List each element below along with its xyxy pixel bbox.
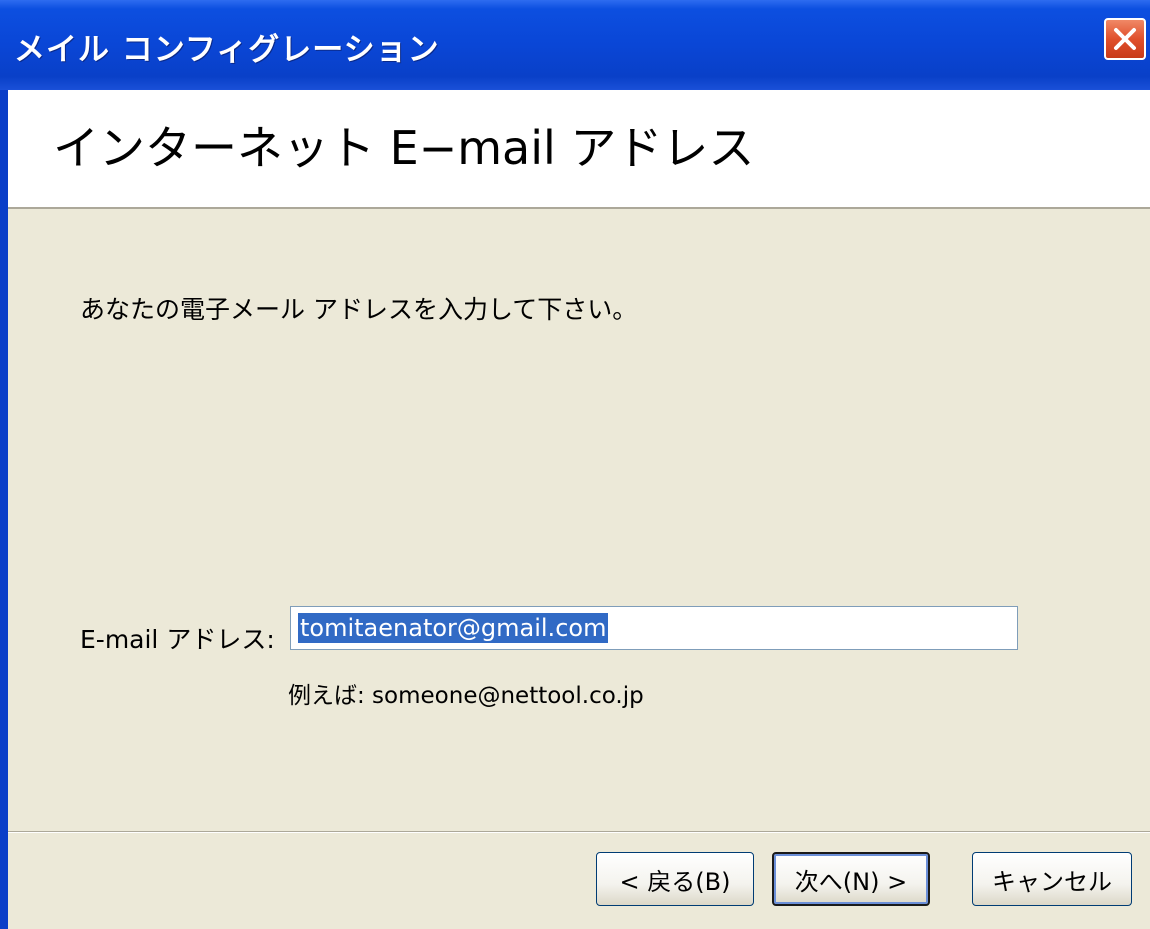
cancel-button[interactable]: キャンセル (972, 852, 1132, 906)
page-title: インターネット E−mail アドレス (53, 121, 755, 175)
window-title: メイル コンフィグレーション (14, 32, 440, 68)
title-bar[interactable]: メイル コンフィグレーション (0, 0, 1150, 90)
close-button[interactable] (1104, 18, 1146, 60)
instruction-text: あなたの電子メール アドレスを入力して下さい。 (80, 295, 638, 324)
email-label: E-mail アドレス: (80, 625, 275, 654)
close-icon (1114, 28, 1136, 50)
email-field-value: tomitaenator@gmail.com (298, 613, 609, 643)
dialog-window: メイル コンフィグレーション インターネット E−mail アドレス あなたの電… (0, 0, 1150, 929)
footer-divider (8, 831, 1150, 833)
email-field[interactable]: tomitaenator@gmail.com (290, 606, 1018, 650)
example-text: 例えば: someone@nettool.co.jp (288, 683, 644, 709)
wizard-header: インターネット E−mail アドレス (8, 90, 1150, 209)
back-button[interactable]: < 戻る(B) (596, 852, 754, 906)
dialog-body: インターネット E−mail アドレス あなたの電子メール アドレスを入力して下… (8, 90, 1150, 929)
next-button[interactable]: 次へ(N) > (772, 852, 930, 906)
